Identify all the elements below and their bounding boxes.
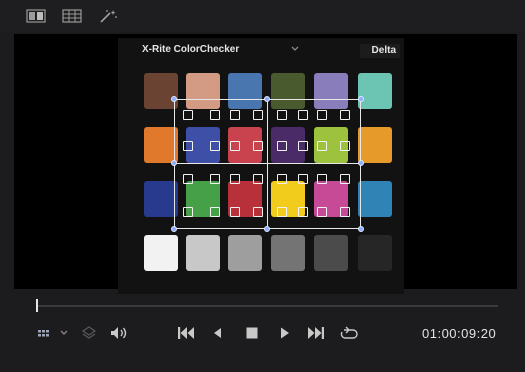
- volume-icon[interactable]: [108, 322, 128, 344]
- loop-icon[interactable]: [338, 322, 360, 344]
- delta-label: Delta: [360, 44, 400, 58]
- chevron-down-icon[interactable]: [290, 45, 300, 53]
- timeline-scrubber[interactable]: [38, 305, 498, 307]
- skip-to-start-icon[interactable]: [176, 322, 196, 344]
- viewer-toolbar: [0, 0, 525, 32]
- play-icon[interactable]: [278, 322, 292, 344]
- single-viewer-icon[interactable]: [26, 9, 46, 23]
- layers-icon[interactable]: [80, 322, 98, 344]
- color-chart: X-Rite ColorChecker Delta: [118, 38, 404, 294]
- gallery-grid-icon[interactable]: [62, 9, 82, 23]
- stop-icon[interactable]: [244, 322, 260, 344]
- magic-wand-icon[interactable]: [98, 9, 118, 23]
- dropdown-arrow-icon[interactable]: [58, 322, 70, 344]
- viewer-layout-icon[interactable]: [36, 322, 54, 344]
- playhead[interactable]: [36, 299, 38, 312]
- chart-name: X-Rite ColorChecker: [142, 44, 240, 55]
- skip-to-end-icon[interactable]: [306, 322, 326, 344]
- step-back-icon[interactable]: [210, 322, 224, 344]
- timecode-display: 01:00:09:20: [422, 326, 497, 341]
